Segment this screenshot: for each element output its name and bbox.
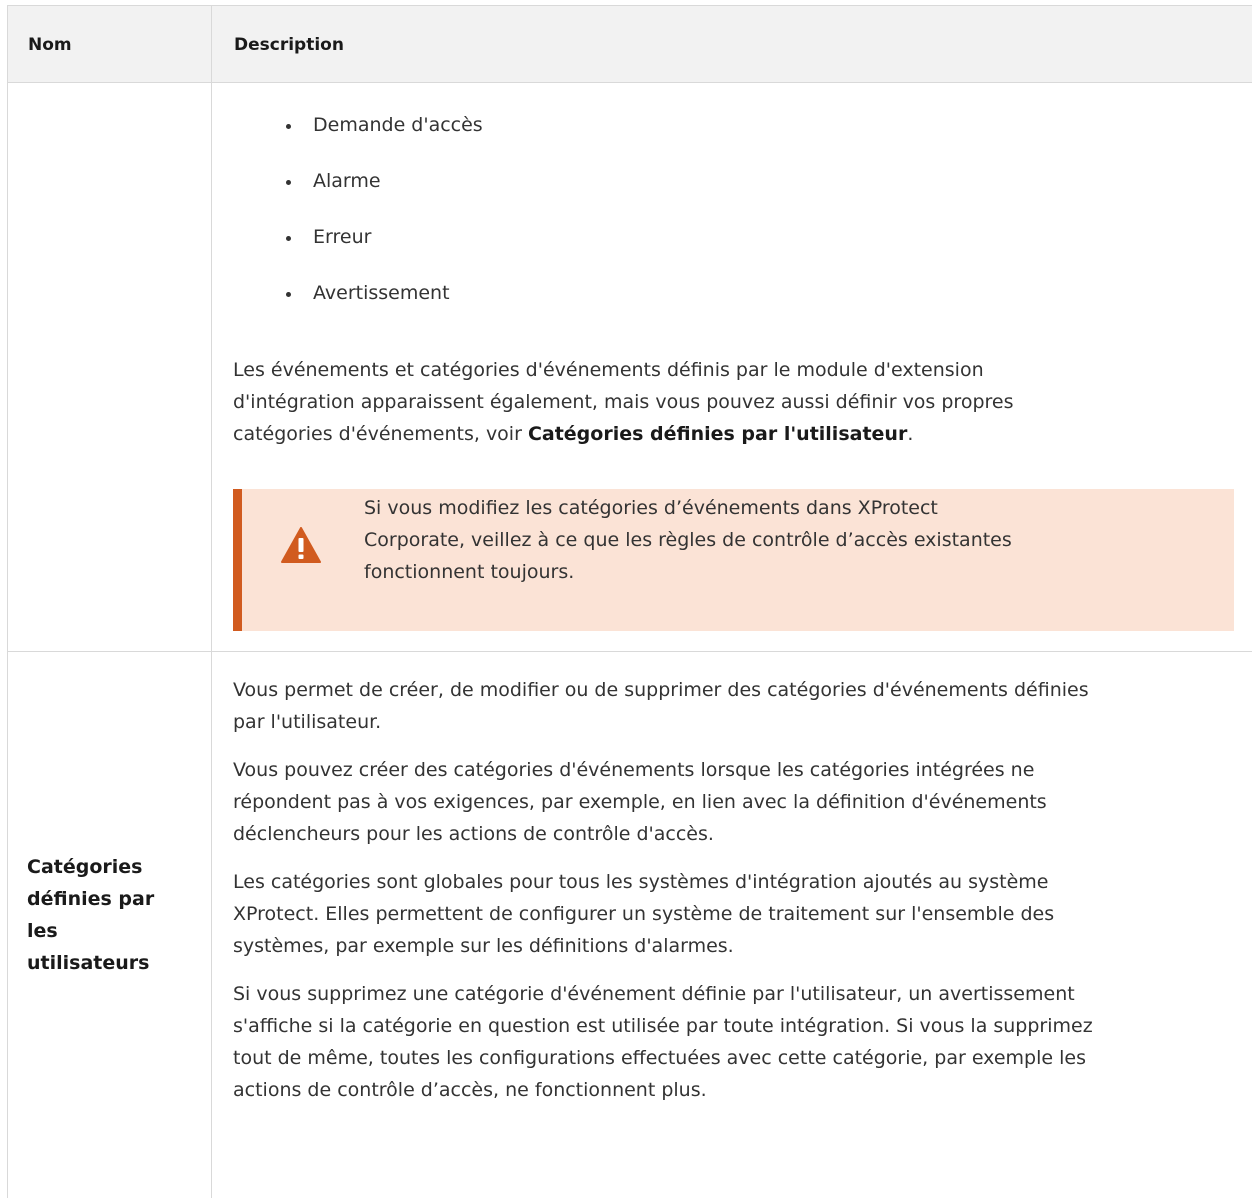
paragraph-line: XProtect. Elles permettent de configurer… xyxy=(233,903,1055,925)
paragraph-line: déclencheurs pour les actions de contrôl… xyxy=(233,823,714,845)
list-item: Demande d'accès xyxy=(286,105,483,161)
table-header-row: Nom Description xyxy=(7,5,1252,83)
paragraph-line: d'intégration apparaissent également, ma… xyxy=(233,391,1014,413)
paragraph-line: tout de même, toutes les configurations … xyxy=(233,1047,1086,1069)
warning-line: Si vous modifiez les catégories d’événem… xyxy=(364,497,938,519)
paragraph-end: . xyxy=(907,423,914,445)
paragraph-text: catégories d'événements, voir xyxy=(233,423,528,445)
row2-paragraph-1: Vous permet de créer, de modifier ou de … xyxy=(233,674,1089,738)
reference-link-user-categories[interactable]: Catégories définies par l'utilisateur xyxy=(528,423,907,445)
paragraph-line: s'affiche si la catégorie en question es… xyxy=(233,1015,1093,1037)
list-item: Erreur xyxy=(286,217,483,273)
warning-line: Corporate, veillez à ce que les règles d… xyxy=(364,529,1012,551)
paragraph-line: Les événements et catégories d'événement… xyxy=(233,359,984,381)
table-left-border xyxy=(7,5,8,1198)
row2-paragraph-3: Les catégories sont globales pour tous l… xyxy=(233,866,1054,962)
row2-paragraph-4: Si vous supprimez une catégorie d'événem… xyxy=(233,978,1093,1106)
row-divider xyxy=(7,651,1252,652)
list-item: Alarme xyxy=(286,161,483,217)
name-line: les xyxy=(27,920,58,942)
name-line: définies par xyxy=(27,888,155,910)
paragraph-line: Vous pouvez créer des catégories d'événe… xyxy=(233,759,1035,781)
paragraph-line: Vous permet de créer, de modifier ou de … xyxy=(233,679,1089,701)
name-line: utilisateurs xyxy=(27,952,150,974)
column-divider xyxy=(211,5,212,1198)
paragraph-line: répondent pas à vos exigences, par exemp… xyxy=(233,791,1047,813)
row-name-user-categories: Catégories définies par les utilisateurs xyxy=(27,851,192,979)
paragraph-line: par l'utilisateur. xyxy=(233,711,382,733)
column-header-name: Nom xyxy=(28,35,72,55)
event-category-list: Demande d'accès Alarme Erreur Avertissem… xyxy=(286,105,483,329)
column-header-description: Description xyxy=(234,35,344,55)
warning-line: fonctionnent toujours. xyxy=(364,561,575,583)
list-item: Avertissement xyxy=(286,273,483,329)
warning-triangle-icon xyxy=(281,527,321,563)
paragraph-line: actions de contrôle d’accès, ne fonction… xyxy=(233,1079,707,1101)
paragraph-line: Les catégories sont globales pour tous l… xyxy=(233,871,1049,893)
row2-paragraph-2: Vous pouvez créer des catégories d'événe… xyxy=(233,754,1047,850)
row1-paragraph: Les événements et catégories d'événement… xyxy=(233,354,1014,450)
paragraph-line: Si vous supprimez une catégorie d'événem… xyxy=(233,983,1075,1005)
paragraph-line: systèmes, par exemple sur les définition… xyxy=(233,935,734,957)
warning-text: Si vous modifiez les catégories d’événem… xyxy=(364,492,1054,588)
warning-callout: Si vous modifiez les catégories d’événem… xyxy=(233,489,1234,631)
name-line: Catégories xyxy=(27,856,143,878)
paragraph-line: catégories d'événements, voir Catégories… xyxy=(233,418,1014,450)
